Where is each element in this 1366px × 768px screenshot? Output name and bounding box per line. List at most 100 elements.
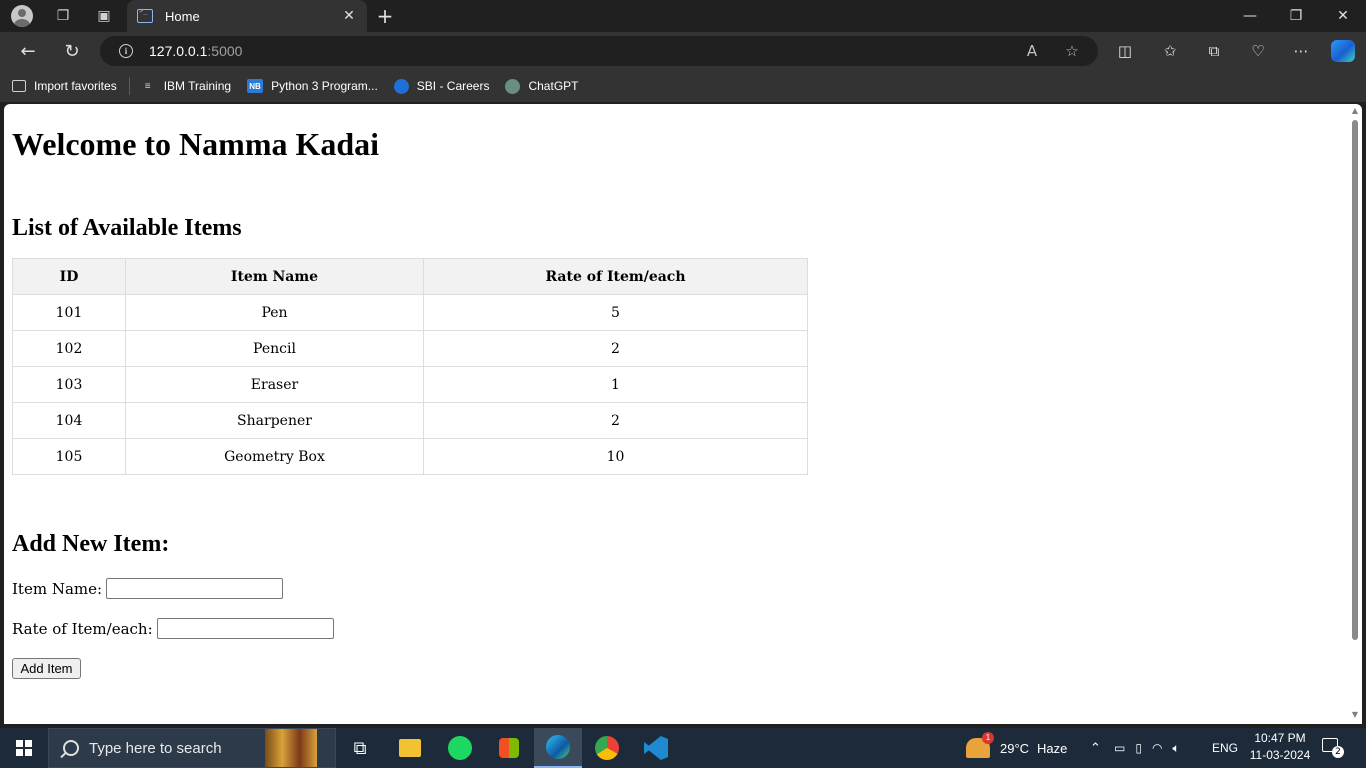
copilot-icon[interactable]: [1331, 40, 1355, 62]
folder-icon: [399, 739, 421, 757]
refresh-button[interactable]: ↻: [59, 38, 85, 64]
edge-icon: [546, 735, 570, 759]
language-indicator[interactable]: ENG: [1212, 728, 1238, 768]
favorite-star-icon[interactable]: ☆: [1062, 41, 1082, 61]
weather-icon: 1: [966, 732, 994, 758]
rate-input[interactable]: [156, 618, 334, 639]
chrome-button[interactable]: [583, 728, 631, 768]
header-rate: Rate of Item/each: [423, 258, 808, 295]
scroll-down-arrow-icon[interactable]: ▼: [1350, 710, 1360, 720]
cell-item-name: Geometry Box: [125, 438, 424, 475]
items-table: ID Item Name Rate of Item/each 101 Pen 5…: [12, 258, 808, 475]
fav-label: ChatGPT: [528, 79, 579, 93]
profile-button[interactable]: [0, 0, 44, 32]
table-header-row: ID Item Name Rate of Item/each: [12, 258, 808, 295]
read-aloud-icon[interactable]: A: [1022, 41, 1042, 61]
task-view-button[interactable]: ⧉: [336, 728, 384, 768]
cell-item-name: Sharpener: [125, 402, 424, 439]
taskbar-search[interactable]: Type here to search: [48, 728, 336, 768]
scrollbar-thumb[interactable]: [1352, 120, 1358, 640]
restore-button[interactable]: ❐: [1273, 0, 1319, 32]
fav-sbi-careers[interactable]: SBI - Careers: [393, 78, 490, 94]
cell-id: 105: [12, 438, 126, 475]
table-row: 105 Geometry Box 10: [12, 438, 808, 475]
battery-icon[interactable]: ▯: [1135, 741, 1142, 755]
terminal-icon: [137, 7, 153, 23]
task-view-icon: ⧉: [353, 737, 367, 759]
chrome-icon: [595, 736, 619, 760]
fav-chatgpt[interactable]: ChatGPT: [505, 78, 579, 94]
url-host: 127.0.0.1: [149, 43, 208, 59]
rate-row: Rate of Item/each:: [12, 618, 1354, 639]
close-tab-icon[interactable]: ✕: [341, 8, 357, 24]
tab-actions-icon[interactable]: ▣: [82, 0, 126, 32]
notification-count: 2: [1332, 746, 1344, 758]
store-button[interactable]: [485, 728, 533, 768]
item-name-row: Item Name:: [12, 578, 1354, 599]
edge-button[interactable]: [534, 728, 582, 768]
cell-rate: 10: [423, 438, 808, 475]
info-icon[interactable]: i: [119, 44, 133, 58]
item-name-input[interactable]: [106, 578, 284, 599]
more-menu-icon[interactable]: ⋯: [1290, 40, 1312, 62]
new-tab-button[interactable]: +: [372, 4, 398, 28]
spotify-button[interactable]: [436, 728, 484, 768]
store-icon: [499, 738, 519, 758]
collections-icon[interactable]: ⧉: [1203, 40, 1225, 62]
volume-icon[interactable]: 🔈︎: [1172, 741, 1179, 756]
vscode-button[interactable]: [632, 728, 680, 768]
cell-rate: 5: [423, 294, 808, 331]
meet-now-icon[interactable]: ▭: [1114, 741, 1125, 755]
clock-date: 11-03-2024: [1249, 748, 1311, 762]
page-viewport: Welcome to Namma Kadai List of Available…: [4, 104, 1362, 724]
rate-label: Rate of Item/each:: [12, 619, 153, 638]
tab-title: Home: [165, 8, 200, 24]
minimize-button[interactable]: —: [1227, 0, 1273, 32]
fav-python-program[interactable]: NB Python 3 Program...: [247, 79, 378, 93]
close-window-button[interactable]: ✕: [1320, 0, 1366, 32]
sbi-icon: [393, 78, 409, 94]
vscode-icon: [644, 736, 668, 760]
items-heading: List of Available Items: [12, 215, 242, 241]
windows-logo-icon: [16, 740, 32, 756]
header-id: ID: [12, 258, 126, 295]
notifications-button[interactable]: 2: [1322, 738, 1344, 758]
show-hidden-icons-button[interactable]: ⌃: [1090, 728, 1101, 768]
wifi-icon[interactable]: ◠: [1152, 741, 1162, 755]
cell-id: 104: [12, 402, 126, 439]
split-screen-icon[interactable]: ◫: [1114, 40, 1136, 62]
add-item-heading: Add New Item:: [12, 531, 170, 557]
fav-import-favorites[interactable]: Import favorites: [12, 79, 117, 93]
url-port: :5000: [207, 43, 243, 59]
cell-rate: 2: [423, 330, 808, 367]
start-button[interactable]: [0, 728, 48, 768]
cell-id: 101: [12, 294, 126, 331]
file-explorer-button[interactable]: [386, 728, 434, 768]
page-scrollbar[interactable]: ▲ ▼: [1350, 106, 1360, 720]
notebook-icon: NB: [247, 79, 264, 93]
chatgpt-icon: [505, 78, 521, 94]
scroll-up-arrow-icon[interactable]: ▲: [1350, 106, 1360, 116]
table-row: 103 Eraser 1: [12, 366, 808, 403]
weather-widget[interactable]: 1 29°C Haze: [966, 728, 1067, 768]
fav-ibm-training[interactable]: ≡ IBM Training: [140, 79, 231, 93]
favorites-bar: Import favorites ≡ IBM Training NB Pytho…: [0, 70, 1366, 102]
performance-icon[interactable]: ♡: [1247, 40, 1269, 62]
workspaces-icon[interactable]: ❐: [44, 0, 82, 32]
cell-id: 103: [12, 366, 126, 403]
favorites-divider: [128, 77, 130, 95]
tab-home[interactable]: Home ✕: [127, 0, 367, 32]
table-row: 104 Sharpener 2: [12, 402, 808, 439]
taskbar-clock[interactable]: 10:47 PM 11-03-2024: [1242, 730, 1318, 766]
favorites-icon[interactable]: ✩: [1159, 40, 1181, 62]
back-button[interactable]: ←: [15, 38, 41, 64]
add-item-button[interactable]: Add Item: [12, 658, 81, 679]
page-title: Welcome to Namma Kadai: [12, 126, 380, 162]
fav-label: SBI - Careers: [416, 79, 490, 93]
spotify-icon: [448, 736, 472, 760]
table-row: 101 Pen 5: [12, 294, 808, 331]
fav-label: IBM Training: [163, 79, 232, 93]
system-tray-icons: ▭ ▯ ◠ 🔈︎: [1114, 728, 1180, 768]
address-bar[interactable]: i 127.0.0.1:5000 A ☆: [100, 36, 1098, 66]
weather-badge: 1: [982, 732, 994, 744]
